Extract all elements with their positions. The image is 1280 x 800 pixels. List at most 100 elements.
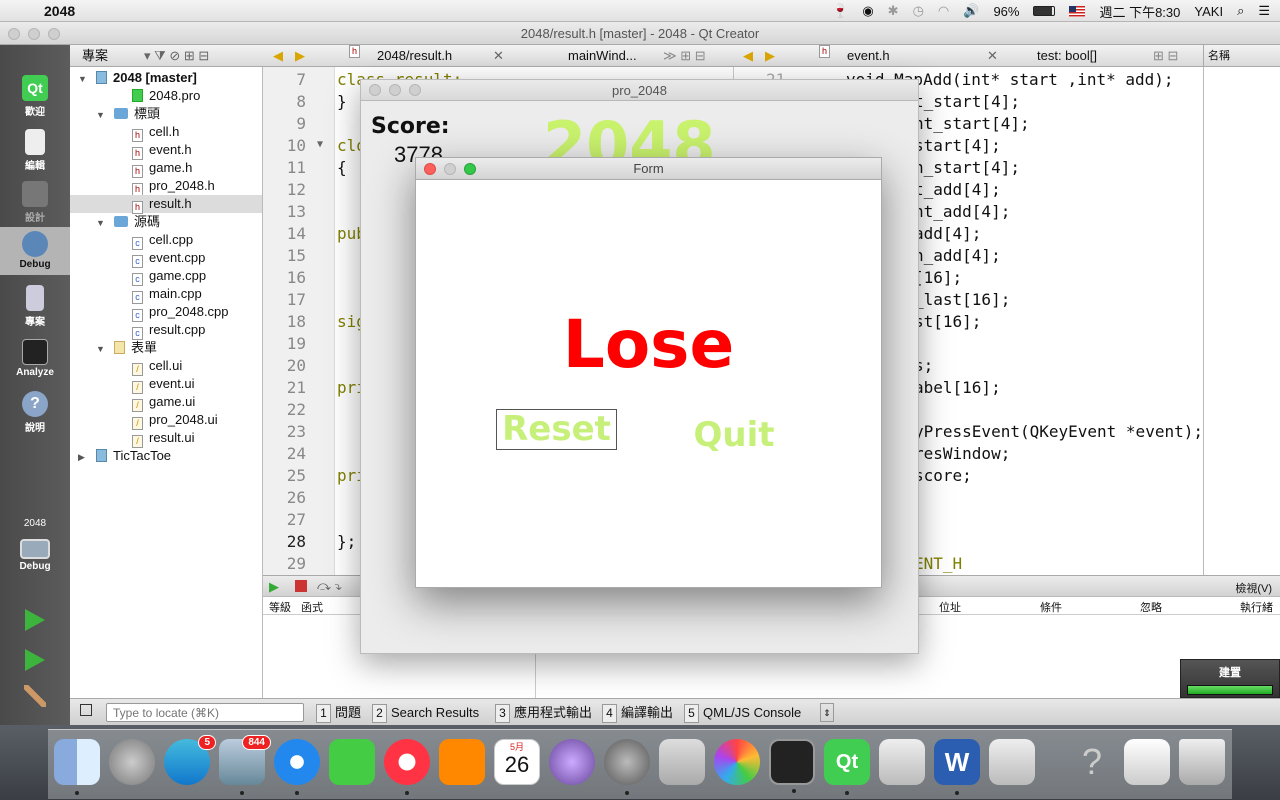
step-icon[interactable]: ⤼ ⤵ xyxy=(317,578,342,594)
output-tab-issues[interactable]: 1 問題 xyxy=(316,703,361,723)
mode-welcome[interactable]: Qt 歡迎 xyxy=(0,75,70,118)
document-icon[interactable] xyxy=(989,739,1035,785)
quill-icon[interactable] xyxy=(549,739,595,785)
expand-arrow-icon[interactable]: ▼ xyxy=(96,106,105,124)
username[interactable]: YAKI xyxy=(1194,4,1223,19)
stop-icon[interactable] xyxy=(295,580,307,592)
mode-debug[interactable]: Debug xyxy=(0,227,70,275)
tree-item-pro2048-cpp[interactable]: c pro_2048.cpp xyxy=(132,303,229,322)
xcode-document-icon[interactable] xyxy=(879,739,925,785)
column-header[interactable]: 執行緒 xyxy=(1240,599,1273,615)
close-button[interactable] xyxy=(8,28,20,40)
minimize-button[interactable] xyxy=(444,163,456,175)
output-tab-app-output[interactable]: 3 應用程式輸出 xyxy=(495,703,592,723)
tree-item-pro2048-h[interactable]: h pro_2048.h xyxy=(132,177,215,196)
tree-item-forms[interactable]: ▼ 表單 xyxy=(96,339,157,357)
ibooks-icon[interactable] xyxy=(439,739,485,785)
tree-item-result-ui[interactable]: / result.ui xyxy=(132,429,195,448)
tree-item-game-cpp[interactable]: c game.cpp xyxy=(132,267,206,286)
close-editor-icon[interactable]: ✕ xyxy=(987,45,998,67)
calendar-icon[interactable]: 5月 26 xyxy=(494,739,540,785)
tree-item-event-cpp[interactable]: c event.cpp xyxy=(132,249,205,268)
time-machine-icon[interactable]: ◷ xyxy=(913,3,924,19)
mode-projects[interactable]: 專案 xyxy=(0,285,70,328)
music-icon[interactable] xyxy=(384,739,430,795)
mail-icon[interactable]: 844 xyxy=(219,735,271,795)
column-header[interactable]: 函式 xyxy=(301,599,323,615)
finder-icon[interactable] xyxy=(54,739,100,795)
question-mark-icon[interactable]: ? xyxy=(1069,739,1115,785)
quit-button[interactable]: Quit xyxy=(686,415,782,455)
expand-arrow-icon[interactable]: ▼ xyxy=(96,340,105,358)
build-button[interactable] xyxy=(0,685,70,707)
mode-edit[interactable]: 編輯 xyxy=(0,129,70,172)
zoom-button[interactable] xyxy=(464,163,476,175)
collapse-arrow-icon[interactable]: ▶ xyxy=(78,448,85,466)
continue-icon[interactable]: ▶ xyxy=(269,579,279,595)
bluetooth-icon[interactable]: ✱ xyxy=(888,3,899,19)
editor-right-file-combo[interactable]: event.h xyxy=(847,45,890,67)
forward-arrow-icon[interactable]: ▶ xyxy=(295,45,305,67)
split-icon[interactable]: ⊞ ⊟ xyxy=(1153,45,1178,67)
trash-icon[interactable] xyxy=(1179,739,1225,785)
wifi-icon[interactable]: ◠ xyxy=(938,3,949,19)
app-store-icon[interactable]: 5 xyxy=(164,735,216,785)
column-header[interactable]: 位址 xyxy=(939,599,961,615)
activity-monitor-icon[interactable] xyxy=(769,739,815,793)
view-menu[interactable]: 檢視(V) xyxy=(1235,580,1272,596)
tree-item-2048-project[interactable]: ▼ 2048 [master] xyxy=(78,69,197,87)
output-tab-search[interactable]: 2 Search Results xyxy=(372,703,479,723)
tree-item-pro2048-ui[interactable]: / pro_2048.ui xyxy=(132,411,218,430)
tree-item-sources[interactable]: ▼ 源碼 xyxy=(96,213,160,231)
facetime-icon[interactable] xyxy=(329,739,375,785)
editor-left-symbol-combo[interactable]: mainWind... xyxy=(568,45,637,67)
qt-creator-icon[interactable]: Qt xyxy=(824,739,870,795)
column-header[interactable]: 忽略 xyxy=(1140,599,1162,615)
tree-item-pro[interactable]: 2048.pro xyxy=(132,87,200,105)
close-button[interactable] xyxy=(369,84,381,96)
close-editor-icon[interactable]: ✕ xyxy=(493,45,504,67)
kit-selector[interactable]: Debug xyxy=(0,539,70,572)
tree-item-result-cpp[interactable]: c result.cpp xyxy=(132,321,205,340)
toggle-sidebar-icon[interactable] xyxy=(80,704,92,716)
editor-left-file-combo[interactable]: 2048/result.h xyxy=(377,45,452,67)
tree-item-event-ui[interactable]: / event.ui xyxy=(132,375,195,394)
tree-item-event-h[interactable]: h event.h xyxy=(132,141,192,160)
menubar-app-name[interactable]: 2048 xyxy=(44,3,75,19)
tree-item-result-h[interactable]: h result.h xyxy=(70,195,262,214)
clock[interactable]: 週二 下午8:30 xyxy=(1099,2,1180,21)
run-button[interactable] xyxy=(0,609,70,631)
minimize-button[interactable] xyxy=(389,84,401,96)
volume-icon[interactable]: 🔊 xyxy=(963,3,979,19)
reset-button[interactable]: Reset xyxy=(496,409,617,450)
word-icon[interactable]: W xyxy=(934,739,980,795)
tree-item-game-h[interactable]: h game.h xyxy=(132,159,192,178)
spotlight-icon[interactable]: ⌕ xyxy=(1237,3,1244,19)
output-tab-compile[interactable]: 4 編譯輸出 xyxy=(602,703,673,723)
column-header[interactable]: 條件 xyxy=(1040,599,1062,615)
minimize-button[interactable] xyxy=(28,28,40,40)
expand-arrow-icon[interactable]: ▼ xyxy=(96,214,105,232)
back-arrow-icon[interactable]: ◀ xyxy=(273,45,283,67)
forward-arrow-icon[interactable]: ▶ xyxy=(765,45,775,67)
zoom-button[interactable] xyxy=(48,28,60,40)
sync-icon[interactable]: ◉ xyxy=(862,3,873,19)
tree-item-cell-ui[interactable]: / cell.ui xyxy=(132,357,182,376)
tree-item-tictactoe[interactable]: ▶ TicTacToe xyxy=(78,447,171,465)
system-preferences-icon[interactable] xyxy=(604,739,650,795)
split-icon[interactable]: ≫ ⊞ ⊟ xyxy=(663,45,706,67)
mode-design[interactable]: 設計 xyxy=(0,181,70,224)
project-panel-title[interactable]: 專案 xyxy=(82,48,108,63)
safari-icon[interactable] xyxy=(274,739,320,795)
flag-icon[interactable] xyxy=(1069,5,1086,17)
column-header[interactable]: 等級 xyxy=(269,599,291,615)
zoom-button[interactable] xyxy=(409,84,421,96)
filter-icon[interactable]: ▾ ⧩ ⊘ ⊞ ⊟ xyxy=(144,45,209,67)
launchpad-icon[interactable] xyxy=(109,739,155,785)
tree-item-game-ui[interactable]: / game.ui xyxy=(132,393,195,412)
expand-arrow-icon[interactable]: ▼ xyxy=(78,70,87,88)
wine-icon[interactable]: 🍷 xyxy=(832,3,848,19)
more-tabs-stepper[interactable]: ⇕ xyxy=(820,703,834,722)
locate-input[interactable] xyxy=(106,703,304,722)
fold-arrow-icon[interactable]: ▼ xyxy=(317,139,323,150)
